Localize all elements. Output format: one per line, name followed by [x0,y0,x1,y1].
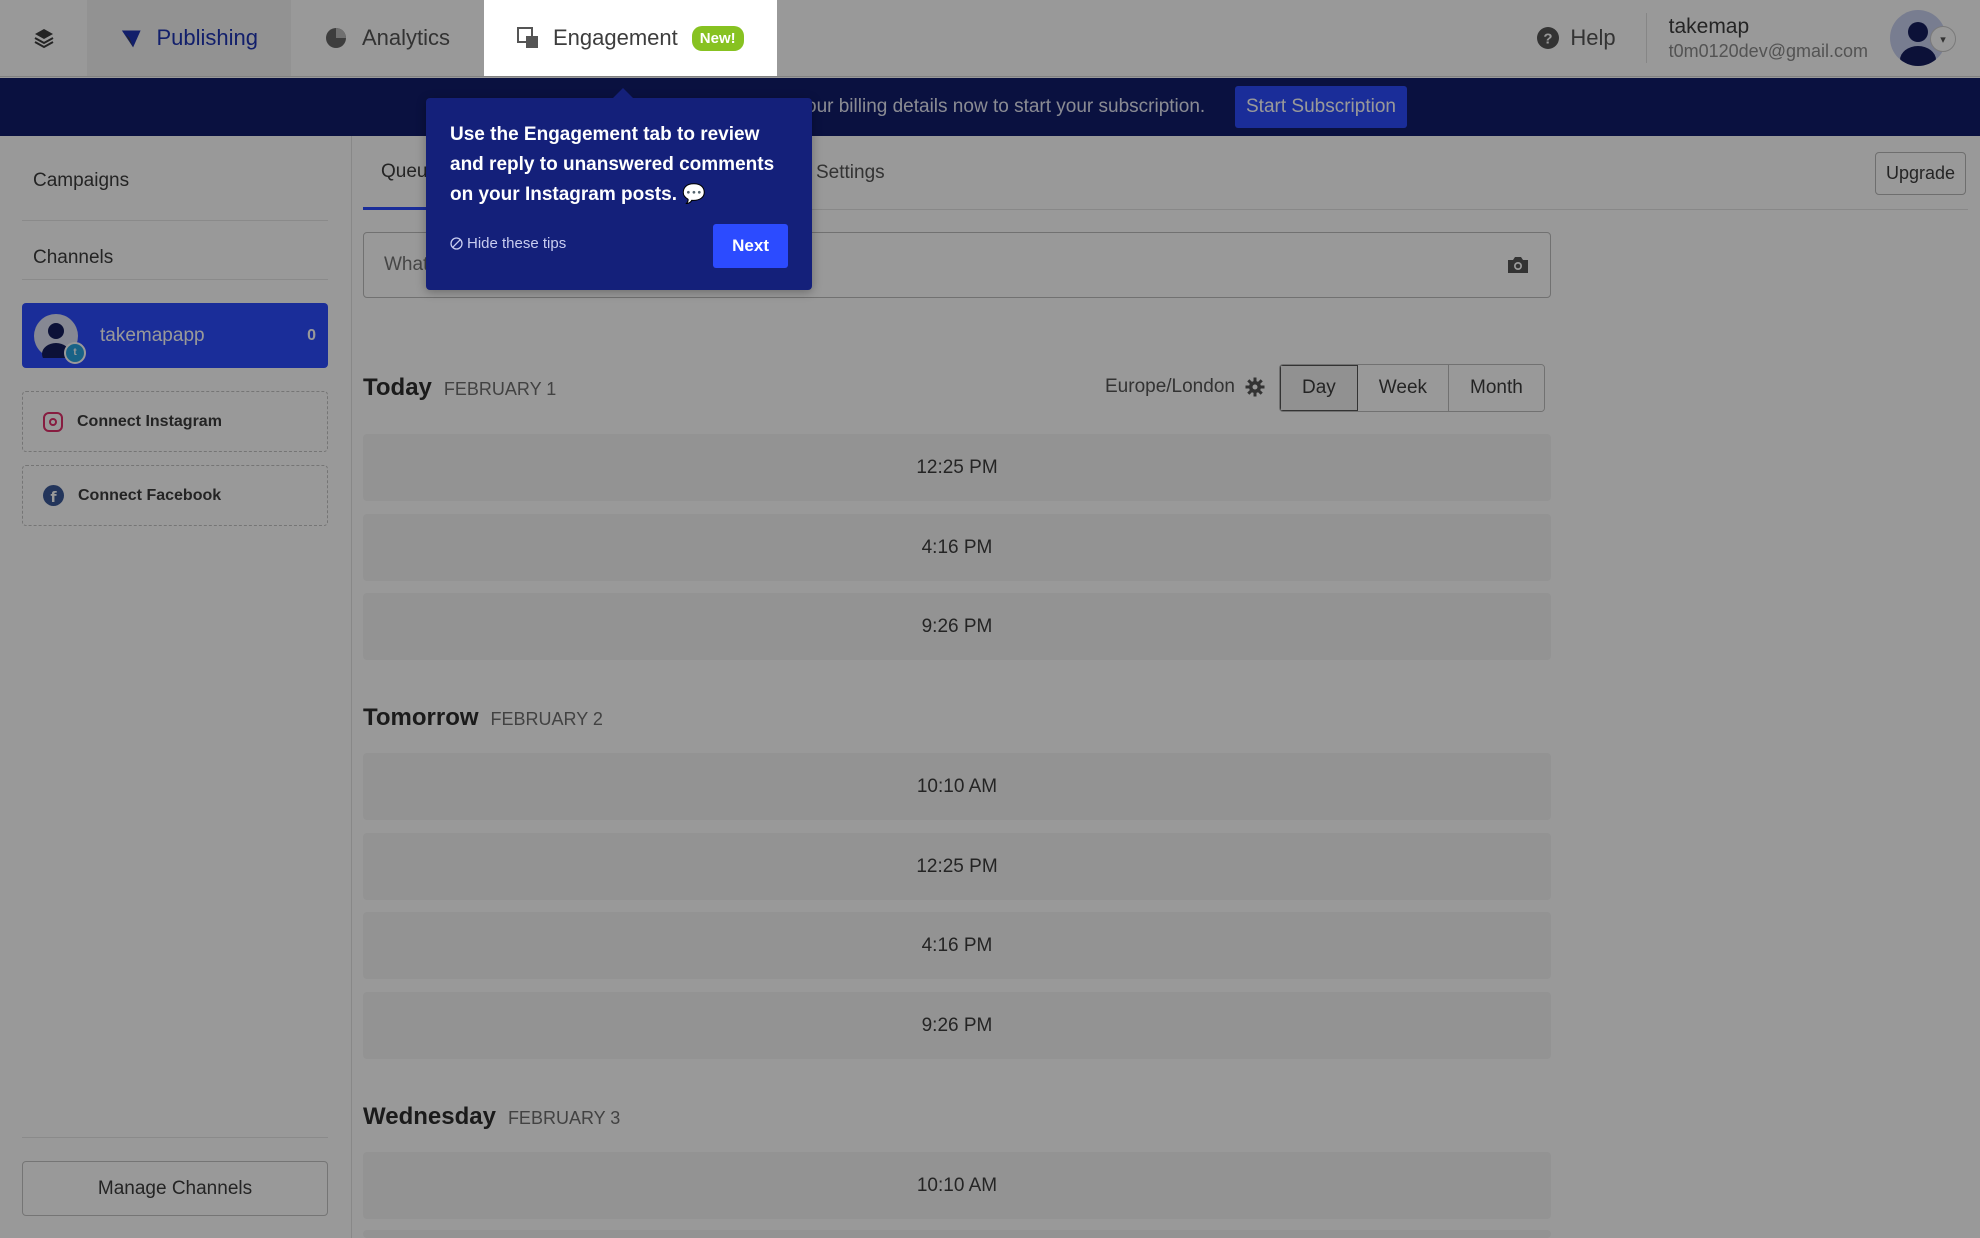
no-icon [450,237,463,250]
tooltip-text: Use the Engagement tab to review and rep… [450,124,775,205]
hide-tips-link[interactable]: Hide these tips [450,235,566,252]
nav-tab-label: Engagement [553,25,678,50]
tour-overlay[interactable] [0,0,1980,1238]
new-badge: New! [691,25,744,51]
next-tip-button[interactable]: Next [713,224,788,268]
engagement-tip-tooltip: Use the Engagement tab to review and rep… [426,88,812,290]
hide-tips-label: Hide these tips [467,235,567,252]
nav-tab-engagement[interactable]: Engagement New! [484,0,777,76]
engagement-icon [517,27,538,48]
